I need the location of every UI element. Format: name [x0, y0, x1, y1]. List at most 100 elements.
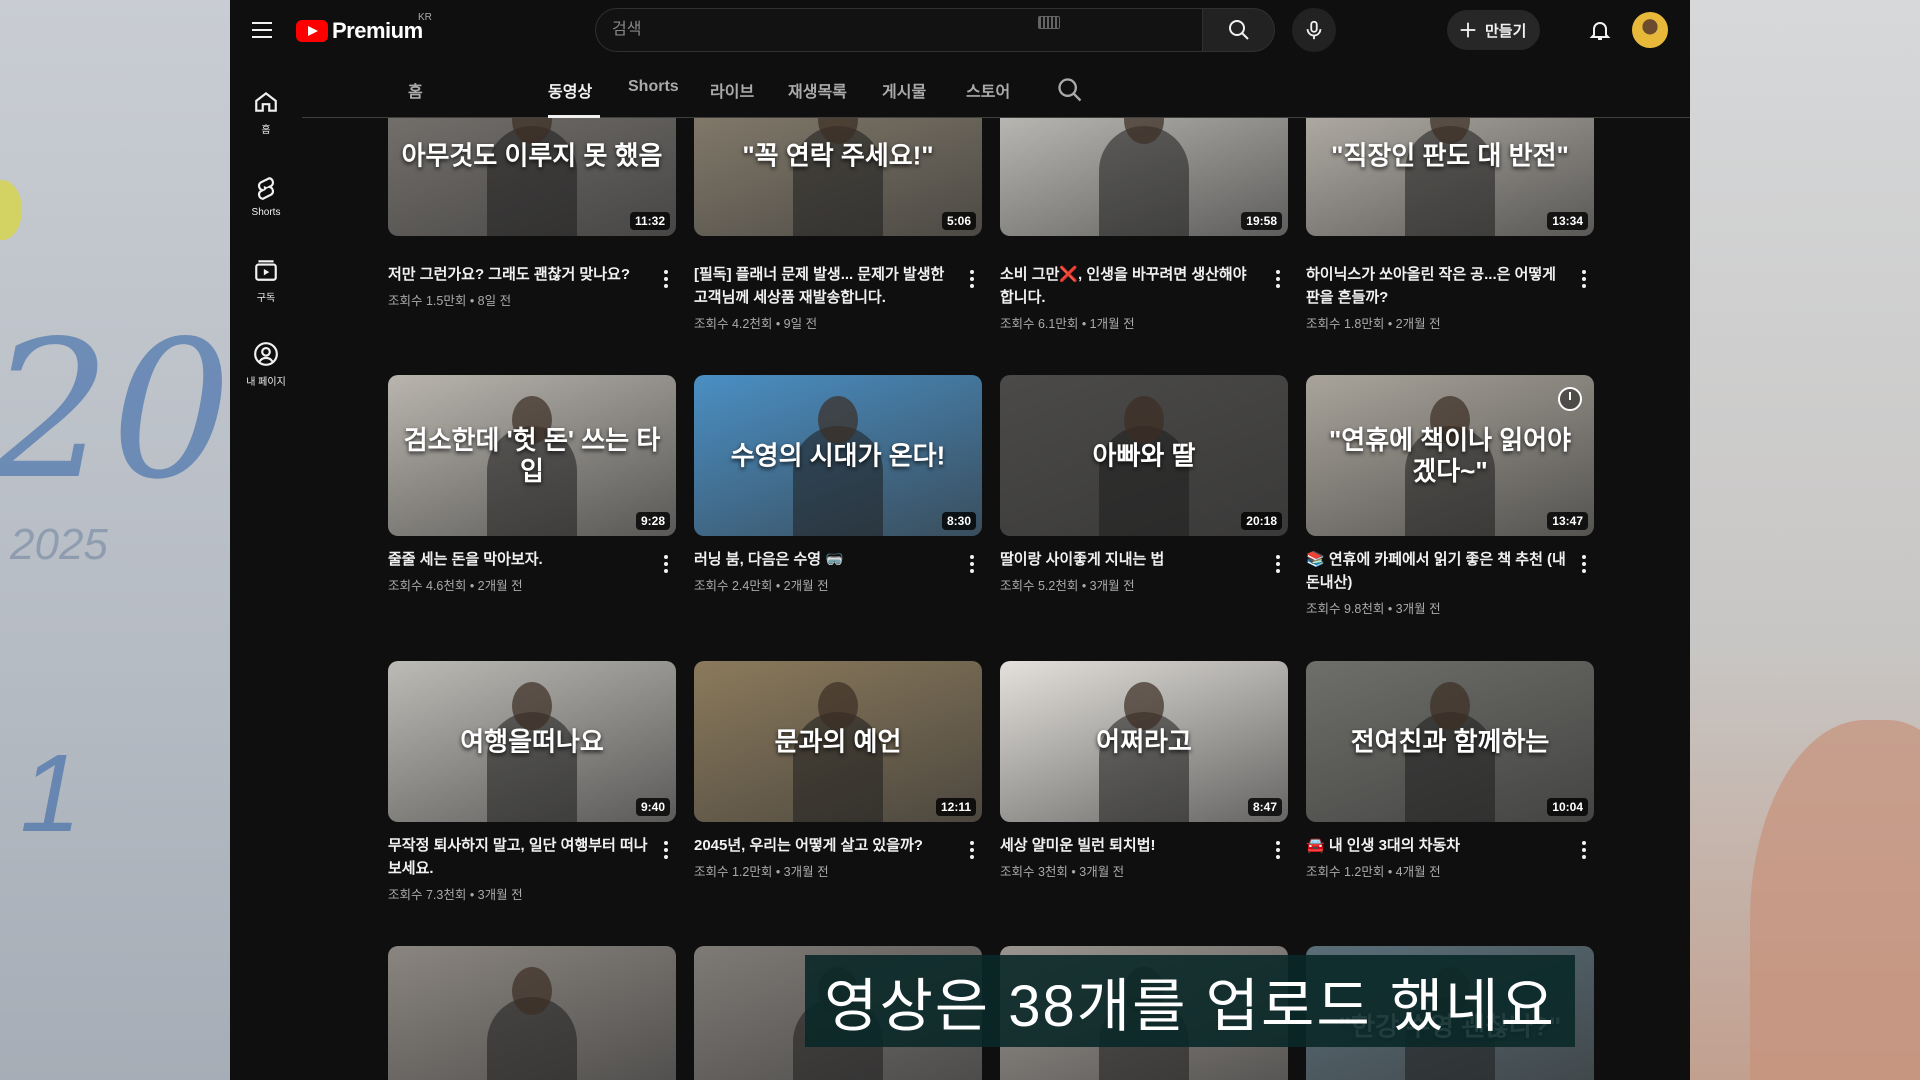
voice-search-button[interactable]	[1292, 8, 1336, 52]
tab-shorts[interactable]: Shorts	[628, 78, 679, 96]
thumbnail-text: 아빠와 딸	[1092, 439, 1196, 470]
account-icon	[254, 341, 278, 366]
more-actions-icon[interactable]	[1574, 552, 1594, 576]
thumbnail-text: "꼭 연락 주세요!"	[742, 139, 934, 170]
youtube-app: Premium KR 만들기 홈 Shorts	[230, 0, 1690, 1080]
video-thumbnail[interactable]	[388, 946, 676, 1080]
menu-icon[interactable]	[246, 14, 278, 46]
more-actions-icon[interactable]	[962, 552, 982, 576]
video-title[interactable]: 하이닉스가 쏘아올린 작은 공...은 어떻게 판을 흔들까?	[1306, 263, 1568, 309]
video-meta: 조회수 6.1만회 • 1개월 전	[1000, 317, 1135, 331]
video-title[interactable]: 2045년, 우리는 어떻게 살고 있을까?	[694, 834, 956, 857]
thumbnail-person	[1099, 118, 1189, 236]
video-title[interactable]: 줄줄 세는 돈을 막아보자.	[388, 548, 650, 571]
video-thumbnail[interactable]: 검소한데 '헛 돈' 쓰는 타입 9:28	[388, 375, 676, 536]
duration-badge: 12:11	[935, 798, 976, 816]
more-actions-icon[interactable]	[962, 838, 982, 862]
more-actions-icon[interactable]	[656, 267, 676, 291]
more-actions-icon[interactable]	[1268, 838, 1288, 862]
region-code: KR	[418, 12, 432, 23]
video-thumbnail[interactable]: 아무것도 이루지 못 했음 11:32	[388, 118, 676, 236]
create-button[interactable]: 만들기	[1447, 10, 1541, 50]
video-thumbnail[interactable]: 수영의 시대가 온다! 8:30	[694, 375, 982, 536]
bell-icon	[1589, 22, 1611, 40]
thumbnail-text: 어쩌라고	[1096, 725, 1192, 756]
tab-home[interactable]: 홈	[408, 78, 423, 102]
duration-badge: 8:30	[941, 512, 976, 530]
guide-item-my-page[interactable]: 내 페이지	[230, 322, 302, 406]
more-actions-icon[interactable]	[1268, 552, 1288, 576]
video-meta: 조회수 2.4만회 • 2개월 전	[694, 579, 829, 593]
watch-later-icon[interactable]	[1558, 387, 1582, 411]
create-label: 만들기	[1485, 22, 1527, 40]
guide-label: 내 페이지	[246, 376, 286, 388]
video-meta: 조회수 3천회 • 3개월 전	[1000, 865, 1125, 879]
more-actions-icon[interactable]	[656, 552, 676, 576]
video-thumbnail[interactable]: 여행을떠나요 9:40	[388, 661, 676, 822]
search-button[interactable]	[1203, 8, 1275, 52]
thumbnail-text: 수영의 시대가 온다!	[730, 439, 946, 470]
duration-badge: 11:32	[629, 212, 670, 230]
guide-item-shorts[interactable]: Shorts	[230, 154, 302, 238]
video-title[interactable]: [필독] 플래너 문제 발생... 문제가 발생한 고객님께 세상품 재발송합니…	[694, 263, 956, 309]
tab-store[interactable]: 스토어	[966, 78, 1010, 102]
microphone-icon	[1306, 20, 1322, 40]
top-bar: Premium KR 만들기	[230, 0, 1690, 60]
video-title[interactable]: 딸이랑 사이좋게 지내는 법	[1000, 548, 1262, 571]
guide-label: Shorts	[251, 206, 281, 218]
more-actions-icon[interactable]	[962, 267, 982, 291]
video-thumbnail[interactable]: "꼭 연락 주세요!" 5:06	[694, 118, 982, 236]
avatar[interactable]	[1632, 12, 1668, 48]
thumbnail-text: 아무것도 이루지 못 했음	[401, 139, 663, 170]
duration-badge: 19:58	[1241, 212, 1282, 230]
video-meta: 조회수 1.2만회 • 4개월 전	[1306, 865, 1441, 879]
video-thumbnail[interactable]: "연휴에 책이나 읽어야 겠다~" 13:47	[1306, 375, 1594, 536]
keyboard-icon[interactable]	[1038, 16, 1060, 29]
guide-item-home[interactable]: 홈	[230, 70, 302, 154]
channel-search-icon[interactable]	[1056, 76, 1084, 104]
tab-live[interactable]: 라이브	[710, 78, 754, 102]
video-title[interactable]: 세상 얄미운 빌런 퇴치법!	[1000, 834, 1262, 857]
duration-badge: 8:47	[1247, 798, 1282, 816]
video-thumbnail[interactable]: 문과의 예언 12:11	[694, 661, 982, 822]
video-meta: 조회수 1.8만회 • 2개월 전	[1306, 317, 1441, 331]
search-input[interactable]	[595, 8, 1203, 52]
more-actions-icon[interactable]	[1574, 838, 1594, 862]
subscriptions-icon	[255, 259, 277, 281]
thumbnail-text: "직장인 판도 대 반전"	[1331, 139, 1569, 170]
search-bar	[595, 8, 1275, 52]
thumbnail-text: 검소한데 '헛 돈' 쓰는 타입	[403, 424, 661, 486]
video-thumbnail[interactable]: 전여친과 함께하는 10:04	[1306, 661, 1594, 822]
backdrop-calendar-year: 20	[0, 300, 232, 521]
video-meta: 조회수 1.2만회 • 3개월 전	[694, 865, 829, 879]
youtube-logo[interactable]: Premium	[296, 18, 423, 44]
tab-playlists[interactable]: 재생목록	[788, 78, 847, 102]
video-title[interactable]: 소비 그만❌, 인생을 바꾸려면 생산해야 합니다.	[1000, 263, 1262, 309]
shorts-icon	[258, 176, 274, 200]
video-title[interactable]: 📚 연휴에 카페에서 읽기 좋은 책 추천 (내돈내산)	[1306, 548, 1568, 594]
more-actions-icon[interactable]	[1268, 267, 1288, 291]
tab-videos[interactable]: 동영상	[548, 78, 592, 102]
guide-label: 홈	[261, 124, 271, 136]
more-actions-icon[interactable]	[656, 838, 676, 862]
thumbnail-person	[487, 967, 577, 1080]
video-title[interactable]: 🚘 내 인생 3대의 차동차	[1306, 834, 1568, 857]
more-actions-icon[interactable]	[1574, 267, 1594, 291]
video-thumbnail[interactable]: "직장인 판도 대 반전" 13:34	[1306, 118, 1594, 236]
backdrop-calendar-text: 2025	[10, 520, 108, 569]
video-title[interactable]: 러닝 붐, 다음은 수영 🥽	[694, 548, 956, 571]
home-icon	[255, 91, 277, 112]
guide-label: 구독	[256, 292, 276, 304]
video-thumbnail[interactable]: 아빠와 딸 20:18	[1000, 375, 1288, 536]
video-title[interactable]: 무작정 퇴사하지 말고, 일단 여행부터 떠나보세요.	[388, 834, 650, 880]
thumbnail-text: "연휴에 책이나 읽어야 겠다~"	[1328, 424, 1572, 486]
tab-posts[interactable]: 게시물	[882, 78, 926, 102]
mini-guide: 홈 Shorts 구독 내 페이지	[230, 70, 302, 406]
video-thumbnail[interactable]: 19:58	[1000, 118, 1288, 236]
guide-item-subscriptions[interactable]: 구독	[230, 238, 302, 322]
video-grid: 아무것도 이루지 못 했음 11:32 저만 그런가요? 그래도 괜찮거 맞나요? 조…	[388, 118, 1628, 1080]
video-title[interactable]: 저만 그런가요? 그래도 괜찮거 맞나요?	[388, 263, 650, 286]
video-thumbnail[interactable]: 어쩌라고 8:47	[1000, 661, 1288, 822]
thumbnail-text: 문과의 예언	[774, 725, 902, 756]
notifications-button[interactable]	[1582, 12, 1618, 48]
